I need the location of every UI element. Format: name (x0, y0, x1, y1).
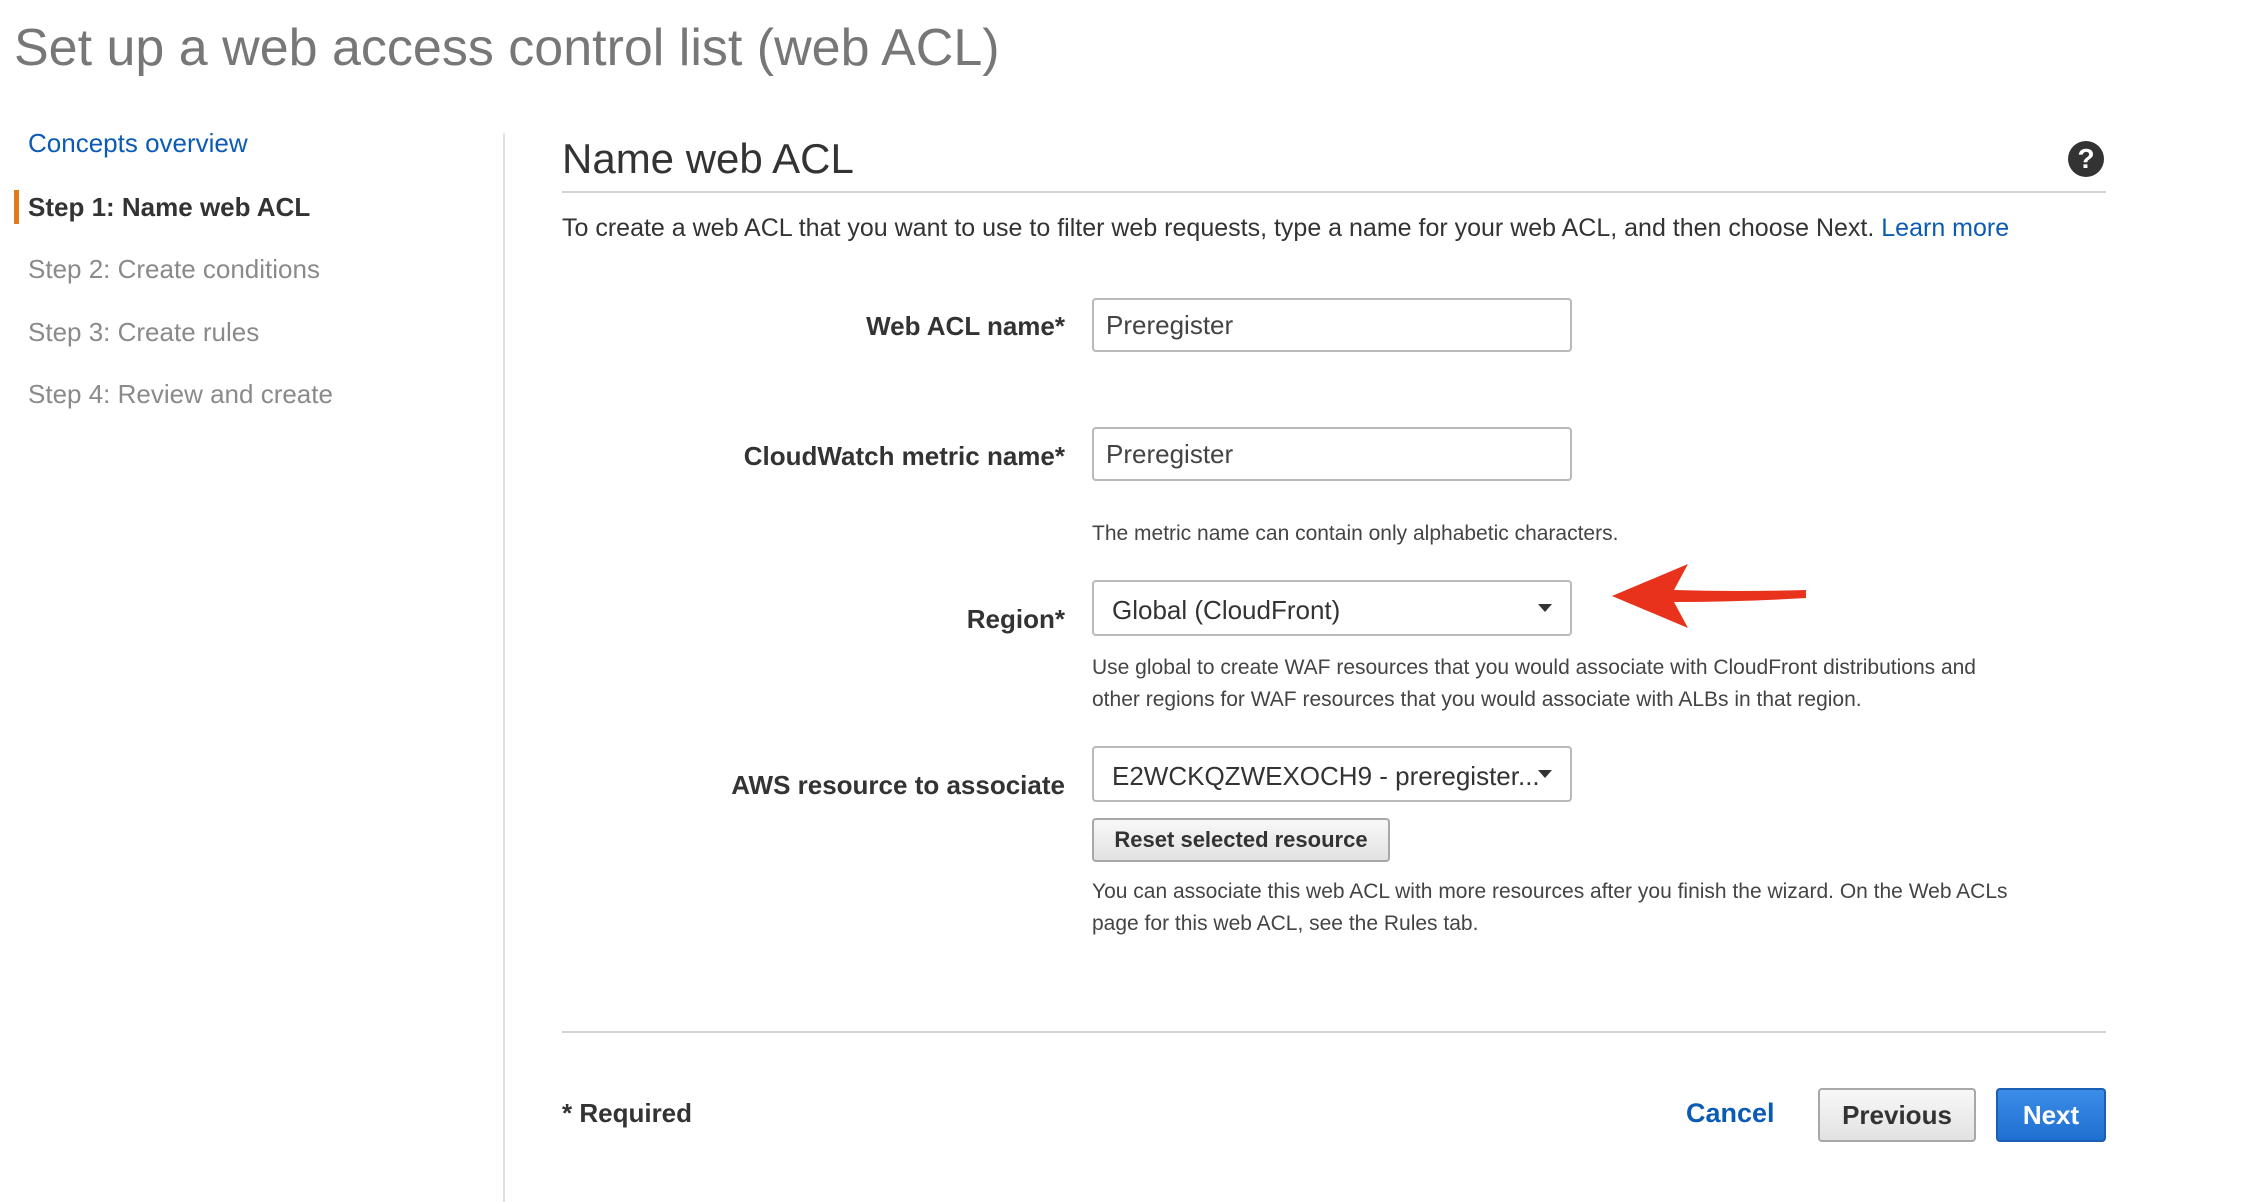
intro-description: To create a web ACL that you want to use… (562, 214, 1875, 242)
previous-button[interactable]: Previous (1818, 1088, 1976, 1142)
metric-name-input[interactable] (1092, 427, 1572, 481)
intro-text: To create a web ACL that you want to use… (562, 214, 2009, 243)
resource-hint-line-2: page for this web ACL, see the Rules tab… (1092, 912, 1479, 935)
region-select[interactable]: Global (CloudFront) (1092, 580, 1572, 636)
sidebar-item-step-4: Step 4: Review and create (28, 379, 333, 409)
reset-selected-resource-button[interactable]: Reset selected resource (1092, 818, 1390, 862)
section-title: Name web ACL (562, 135, 854, 182)
annotation-arrow-icon (1612, 564, 1806, 628)
chevron-down-icon (1538, 770, 1552, 778)
metric-name-hint: The metric name can contain only alphabe… (1092, 522, 1619, 545)
resource-hint-line-1: You can associate this web ACL with more… (1092, 880, 2008, 903)
page-title: Set up a web access control list (web AC… (14, 19, 1000, 77)
web-acl-name-input[interactable] (1092, 298, 1572, 352)
region-hint-line-1: Use global to create WAF resources that … (1092, 656, 1976, 679)
active-step-marker (14, 190, 19, 224)
sidebar-item-step-1[interactable]: Step 1: Name web ACL (28, 192, 310, 223)
cancel-button[interactable]: Cancel (1686, 1098, 1775, 1129)
sidebar-item-step-2: Step 2: Create conditions (28, 254, 320, 284)
footer-divider (562, 1031, 2106, 1033)
resource-label: AWS resource to associate (731, 770, 1065, 800)
region-hint-line-2: other regions for WAF resources that you… (1092, 688, 1862, 711)
sidebar-item-concepts-overview[interactable]: Concepts overview (28, 128, 248, 159)
sidebar-item-step-3: Step 3: Create rules (28, 317, 260, 347)
region-select-value: Global (CloudFront) (1112, 595, 1341, 625)
resource-hint: You can associate this web ACL with more… (1092, 876, 2008, 940)
web-acl-name-label: Web ACL name* (866, 311, 1065, 341)
title-divider (562, 191, 2106, 193)
region-label: Region* (966, 604, 1065, 634)
required-note: * Required (562, 1098, 693, 1128)
region-hint: Use global to create WAF resources that … (1092, 652, 1976, 716)
chevron-down-icon (1538, 604, 1552, 612)
metric-name-label: CloudWatch metric name* (743, 441, 1065, 471)
sidebar-divider (503, 133, 505, 1202)
next-button[interactable]: Next (1996, 1088, 2106, 1142)
help-icon[interactable]: ? (2068, 141, 2104, 177)
resource-select[interactable]: E2WCKQZWEXOCH9 - preregister... (1092, 746, 1572, 802)
learn-more-link[interactable]: Learn more (1881, 214, 2009, 242)
resource-select-value: E2WCKQZWEXOCH9 - preregister... (1112, 761, 1540, 791)
